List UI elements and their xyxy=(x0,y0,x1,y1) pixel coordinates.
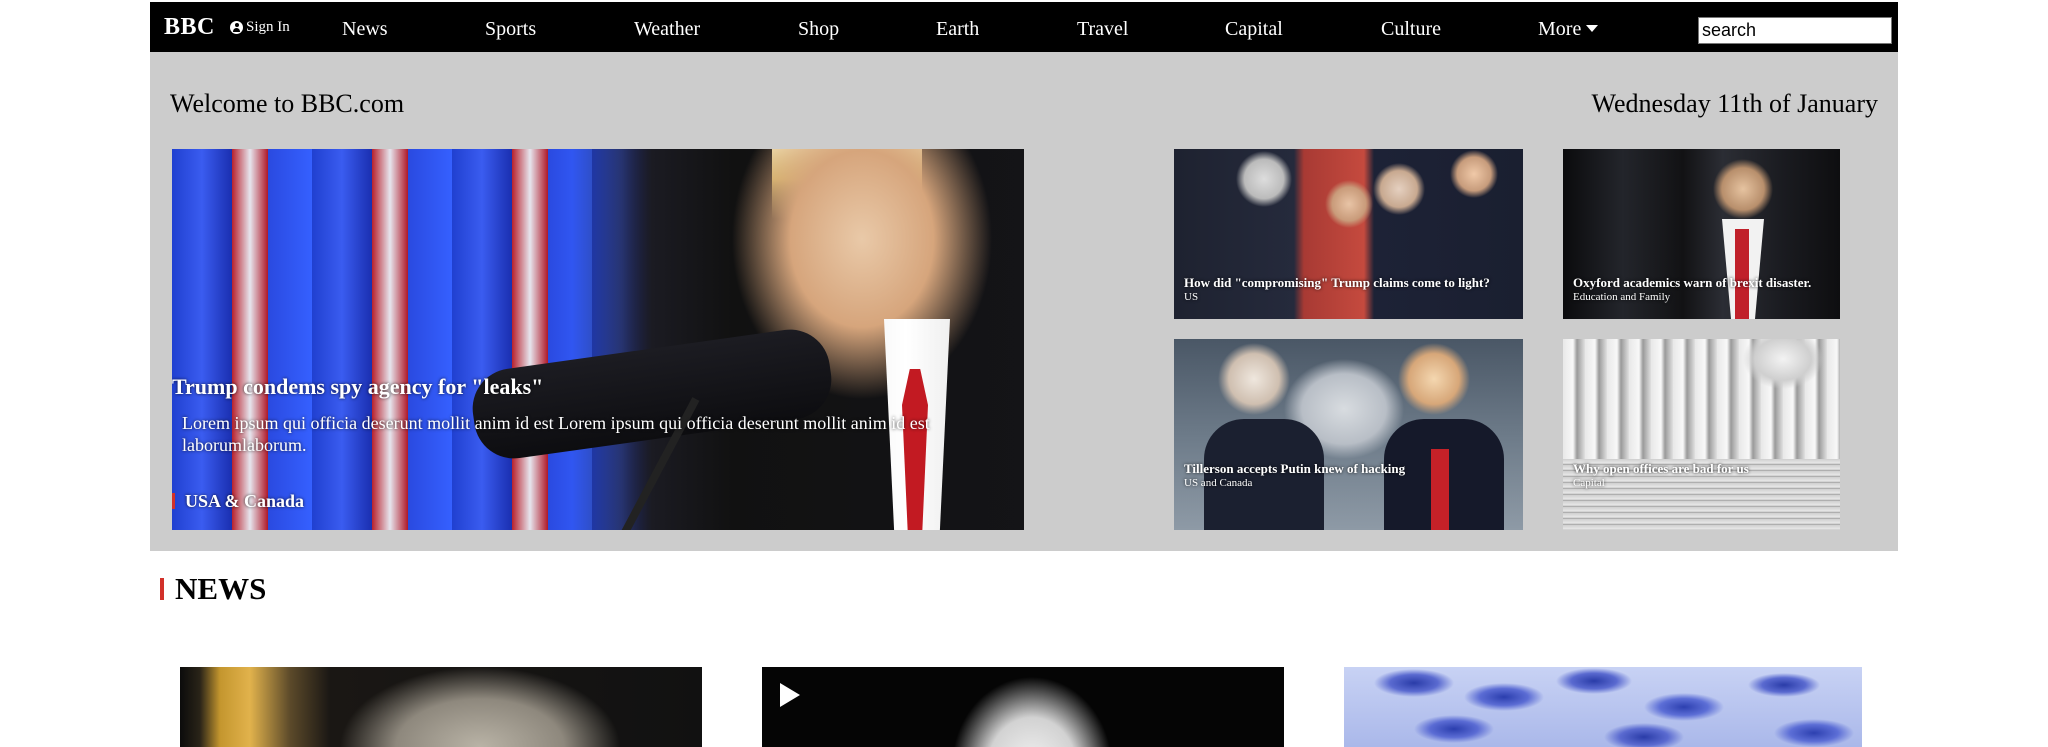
hero-section: Welcome to BBC.com Wednesday 11th of Jan… xyxy=(150,52,1898,551)
news-card-image[interactable] xyxy=(1344,667,1862,747)
bbc-logo[interactable]: BBC xyxy=(164,14,215,41)
nav-item-travel[interactable]: Travel xyxy=(1077,18,1128,41)
welcome-heading: Welcome to BBC.com xyxy=(170,89,405,118)
sign-in-label: Sign In xyxy=(246,19,290,35)
story-card-title[interactable]: How did "compromising" Trump claims come… xyxy=(1184,275,1490,291)
more-label: More xyxy=(1538,18,1582,40)
story-card-title[interactable]: Why open offices are bad for us xyxy=(1573,461,1749,477)
story-card[interactable]: Why open offices are bad for us Capital xyxy=(1563,339,1840,530)
card-photo-tie xyxy=(1735,229,1749,319)
story-card-category: Education and Family xyxy=(1573,291,1671,303)
news-section-heading: NEWS xyxy=(160,573,266,604)
story-card[interactable]: How did "compromising" Trump claims come… xyxy=(1174,149,1523,319)
story-card-title[interactable]: Oxyford academics warn of brexit disaste… xyxy=(1573,275,1811,291)
user-icon xyxy=(230,21,243,34)
card-photo-tie xyxy=(1431,449,1449,530)
sign-in-link[interactable]: Sign In xyxy=(230,19,290,36)
nav-item-culture[interactable]: Culture xyxy=(1381,18,1441,41)
search-input[interactable]: search xyxy=(1698,17,1892,44)
caret-down-icon xyxy=(1586,25,1599,32)
top-nav-bar: BBC Sign In News Sports Weather Shop Ear… xyxy=(150,2,1898,52)
nav-item-sports[interactable]: Sports xyxy=(485,18,536,41)
story-card-category: US and Canada xyxy=(1184,477,1253,489)
news-card-image[interactable] xyxy=(180,667,702,747)
nav-item-earth[interactable]: Earth xyxy=(936,18,979,41)
featured-story-category[interactable]: USA & Canada xyxy=(172,492,304,510)
nav-item-weather[interactable]: Weather xyxy=(634,18,700,41)
nav-item-more[interactable]: More xyxy=(1538,18,1599,41)
story-card-category: US xyxy=(1184,291,1199,303)
featured-story-description: Lorem ipsum qui officia deserunt mollit … xyxy=(182,413,930,455)
nav-item-capital[interactable]: Capital xyxy=(1225,18,1283,41)
nav-item-news[interactable]: News xyxy=(342,18,388,41)
story-card-category: Capital xyxy=(1573,477,1605,489)
news-card-video[interactable] xyxy=(762,667,1284,747)
play-icon[interactable] xyxy=(780,683,800,707)
story-card-title[interactable]: Tillerson accepts Putin knew of hacking xyxy=(1184,461,1405,477)
current-date: Wednesday 11th of January xyxy=(1591,89,1878,118)
featured-story-title[interactable]: Trump condems spy agency for "leaks" xyxy=(172,374,543,400)
story-card[interactable]: Tillerson accepts Putin knew of hacking … xyxy=(1174,339,1523,530)
nav-item-shop[interactable]: Shop xyxy=(798,18,839,41)
featured-story[interactable]: Trump condems spy agency for "leaks" Lor… xyxy=(172,149,1024,530)
story-card[interactable]: Oxyford academics warn of brexit disaste… xyxy=(1563,149,1840,319)
